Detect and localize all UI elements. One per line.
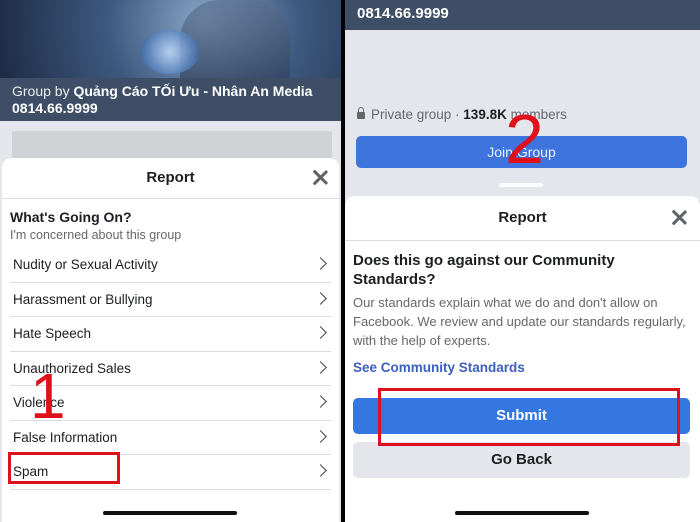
chevron-right-icon [314, 291, 327, 305]
chevron-right-icon [314, 360, 327, 374]
group-by-prefix: Group by [12, 83, 70, 99]
sheet-header: Report [345, 196, 700, 241]
question-title: What's Going On? [10, 209, 132, 225]
option-label: Nudity or Sexual Activity [13, 257, 158, 272]
see-community-standards-link[interactable]: See Community Standards [345, 350, 700, 375]
home-indicator [455, 511, 589, 515]
group-phone: 0814.66.9999 [357, 5, 449, 22]
right-screenshot: 0814.66.9999 Private group · 139.8K memb… [345, 0, 700, 522]
lock-icon [357, 107, 365, 119]
option-label: Harassment or Bullying [13, 291, 153, 307]
step-number-2: 2 [505, 100, 544, 178]
close-icon[interactable] [309, 167, 331, 189]
privacy-text: Private group · [371, 107, 464, 122]
home-indicator [103, 511, 237, 515]
step-number-1: 1 [30, 360, 66, 432]
chevron-right-icon [314, 257, 327, 270]
group-owner-name[interactable]: Quảng Cáo TỐi Ưu - Nhân An Media [73, 83, 312, 99]
community-standards-question: Does this go against our Community Stand… [353, 252, 615, 288]
option-hate-speech[interactable]: Hate Speech [10, 317, 331, 352]
question-block: What's Going On? I'm concerned about thi… [2, 199, 339, 242]
chevron-right-icon [314, 395, 327, 408]
chevron-right-icon [314, 326, 327, 339]
spam-highlight-box [8, 452, 120, 484]
group-cover-photo [0, 0, 341, 78]
go-back-button[interactable]: Go Back [353, 442, 690, 478]
sheet-title: Report [498, 209, 547, 226]
members-count: 139.8K [463, 107, 507, 122]
option-nudity[interactable]: Nudity or Sexual Activity [10, 248, 331, 283]
submit-highlight-box [378, 388, 680, 446]
report-sheet: Report Does this go against our Communit… [345, 196, 700, 522]
community-standards-description: Our standards explain what we do and don… [353, 295, 686, 348]
option-label: Hate Speech [13, 326, 92, 341]
left-screenshot: Group by Quảng Cáo TỐi Ưu - Nhân An Medi… [0, 0, 341, 522]
sheet-title: Report [146, 169, 195, 186]
group-phone: 0814.66.9999 [12, 100, 98, 116]
cover-globe [140, 30, 200, 74]
cover-figure [180, 0, 290, 78]
sheet-header: Report [2, 158, 339, 199]
sheet-grabber[interactable] [499, 183, 543, 187]
option-harassment[interactable]: Harassment or Bullying [10, 283, 331, 317]
question-subtitle: I'm concerned about this group [10, 228, 182, 242]
close-icon[interactable] [668, 207, 690, 229]
group-info-band: Group by Quảng Cáo TỐi Ưu - Nhân An Medi… [0, 78, 341, 121]
chevron-right-icon [314, 464, 327, 477]
chevron-right-icon [314, 429, 327, 443]
